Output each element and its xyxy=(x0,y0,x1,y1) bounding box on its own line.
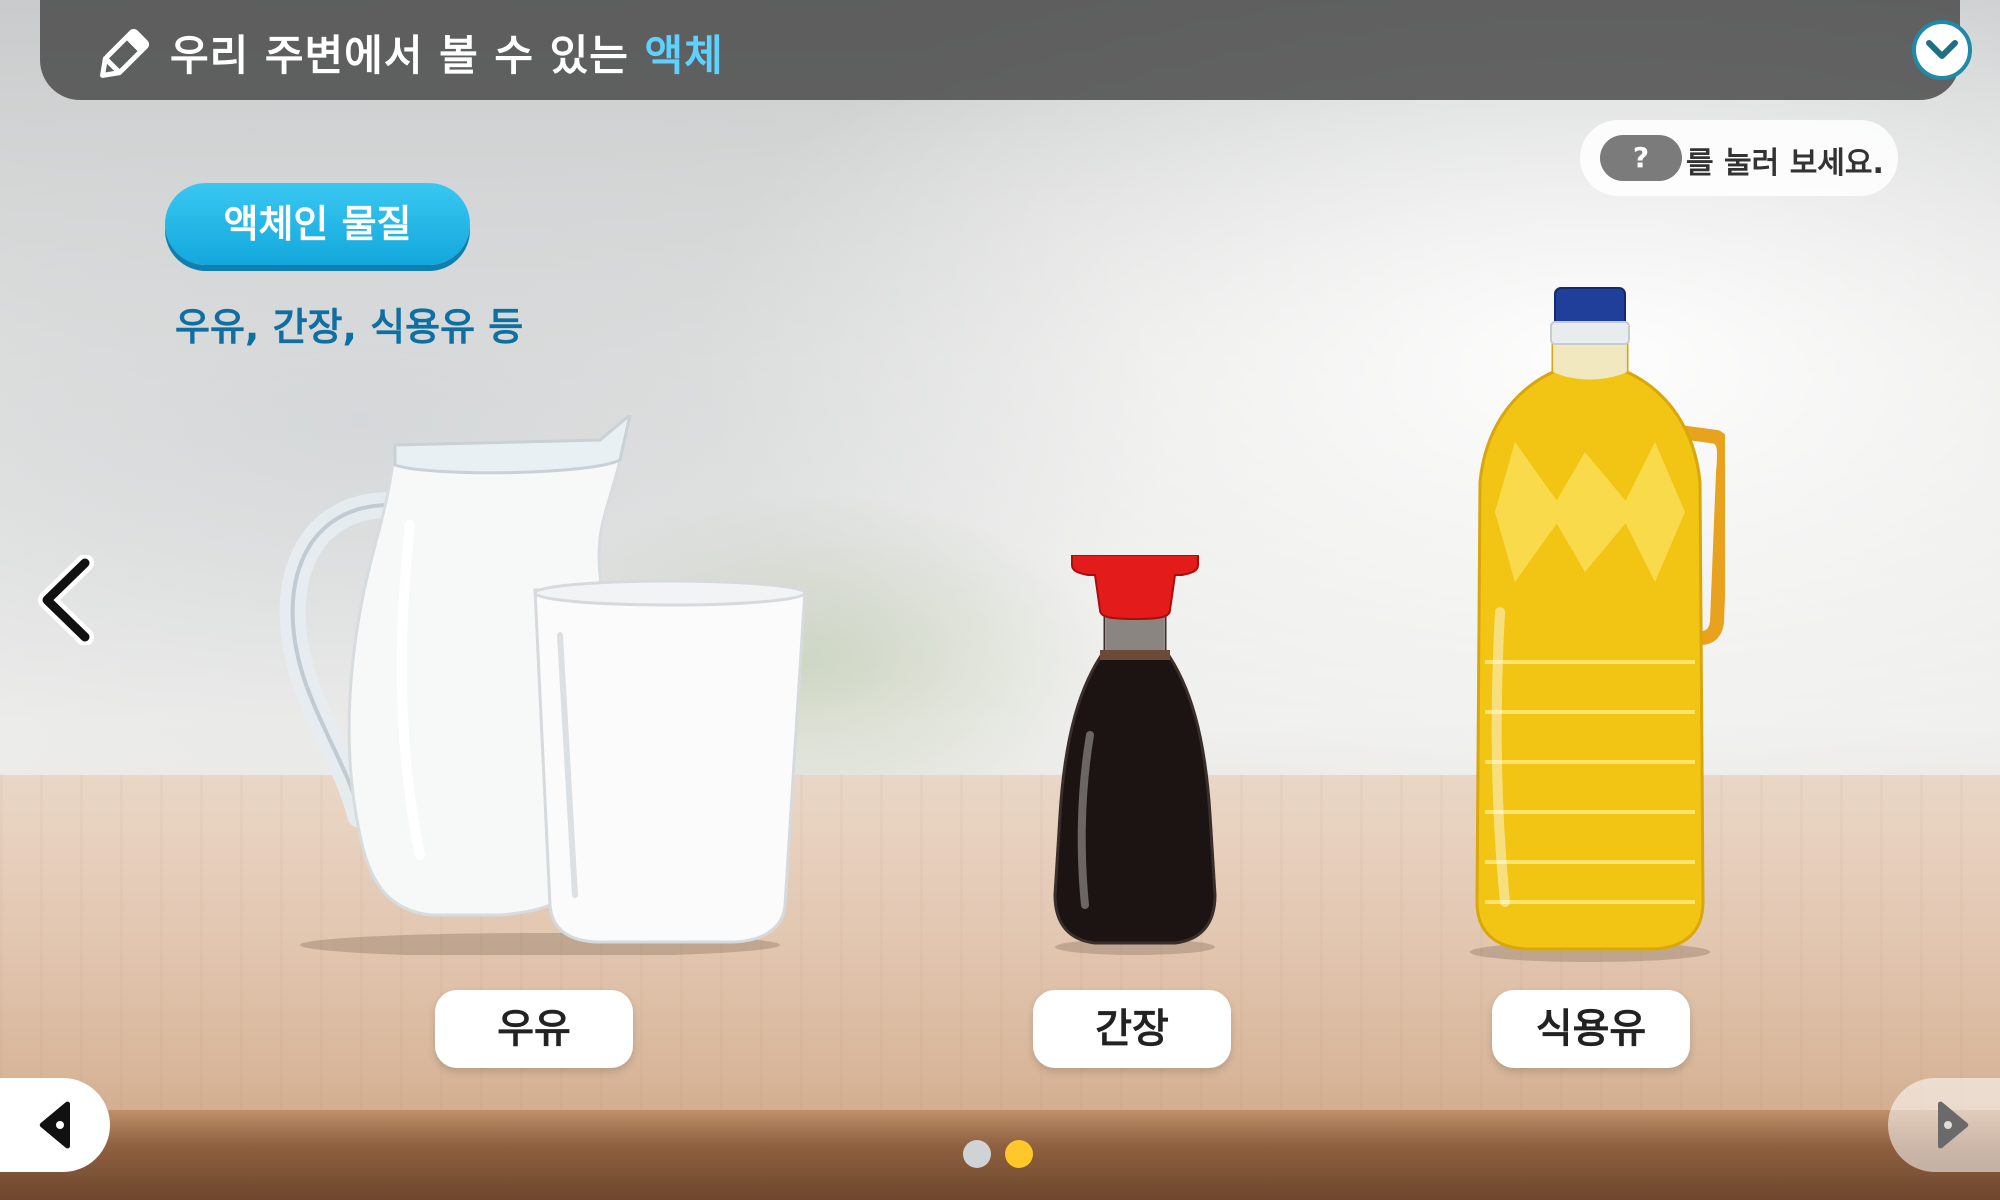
question-button-icon: ? xyxy=(1600,135,1682,181)
hint-bubble: ? 를 눌러 보세요. xyxy=(1580,120,1898,196)
chevron-left-icon[interactable] xyxy=(35,554,95,649)
item-label-soy-sauce[interactable]: 간장 xyxy=(1033,990,1231,1068)
triangle-left-icon xyxy=(39,1101,70,1149)
page-dot-1[interactable] xyxy=(963,1140,991,1168)
page-title: 우리 주변에서 볼 수 있는 액체 xyxy=(170,22,724,83)
title-highlight: 액체 xyxy=(644,31,724,80)
next-page-button[interactable] xyxy=(1888,1078,2000,1172)
chevron-down-icon xyxy=(1926,40,1958,59)
header-bar: 우리 주변에서 볼 수 있는 액체 xyxy=(40,0,1960,100)
item-label-cooking-oil[interactable]: 식용유 xyxy=(1492,990,1690,1068)
pagination-dots xyxy=(963,1140,1033,1168)
soy-sauce-image[interactable] xyxy=(1050,555,1220,955)
page-dot-2[interactable] xyxy=(1005,1140,1033,1168)
milk-image[interactable] xyxy=(260,415,820,955)
previous-page-button[interactable] xyxy=(0,1078,110,1172)
cooking-oil-image[interactable] xyxy=(1455,282,1725,962)
item-label-milk[interactable]: 우유 xyxy=(435,990,633,1068)
triangle-right-icon xyxy=(1938,1101,1969,1149)
title-prefix: 우리 주변에서 볼 수 있는 xyxy=(170,31,645,80)
category-button[interactable]: 액체인 물질 xyxy=(165,183,470,265)
hint-text: 를 눌러 보세요. xyxy=(1686,146,1884,181)
pencil-icon xyxy=(98,20,158,84)
category-examples: 우유, 간장, 식용유 등 xyxy=(175,305,524,349)
collapse-button[interactable] xyxy=(1912,20,1972,80)
